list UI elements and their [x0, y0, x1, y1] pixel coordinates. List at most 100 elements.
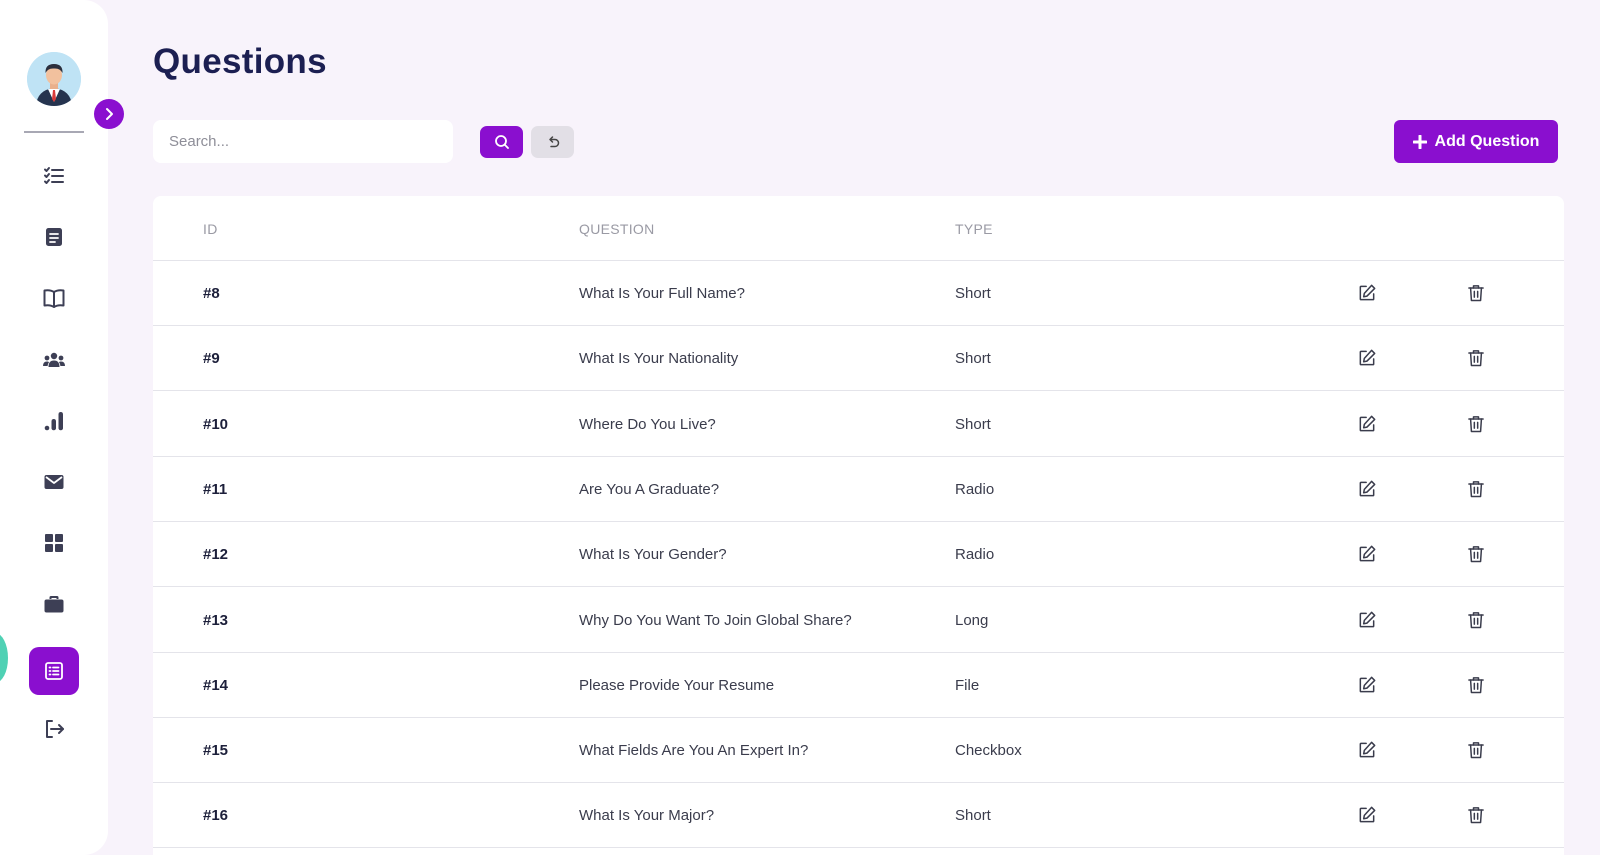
question-id: #12: [203, 546, 229, 564]
users-icon: [43, 352, 65, 367]
note-icon: [46, 228, 62, 246]
sidebar-item-checklist[interactable]: [29, 152, 79, 200]
table-header: ID QUESTION TYPE: [153, 196, 1564, 261]
dashboard-grid-icon: [45, 534, 63, 552]
edit-button[interactable]: [1355, 542, 1379, 566]
trash-icon: [1468, 546, 1484, 563]
table-row: #13 Why Do You Want To Join Global Share?…: [153, 588, 1564, 653]
trash-icon: [1468, 350, 1484, 367]
table-row: #12 What Is Your Gender? Radio: [153, 522, 1564, 588]
sidebar-item-dashboard[interactable]: [29, 519, 79, 567]
trash-icon: [1468, 676, 1484, 694]
table-row: #9 What Is Your Nationality Short: [153, 326, 1564, 392]
question-type: Short: [955, 350, 991, 368]
question-type: Radio: [955, 480, 995, 498]
edit-button[interactable]: [1355, 412, 1379, 436]
search-input[interactable]: [153, 120, 453, 163]
delete-button[interactable]: [1464, 542, 1488, 566]
sidebar-item-questions[interactable]: [29, 647, 79, 695]
table-row: #15 What Fields Are You An Expert In? Chec…: [153, 718, 1564, 784]
edit-button[interactable]: [1355, 673, 1379, 697]
add-question-button[interactable]: Add Question: [1394, 120, 1558, 163]
table-row: #11 Are You A Graduate? Radio: [153, 457, 1564, 522]
logout-icon: [46, 720, 64, 738]
sidebar-divider: [24, 131, 84, 133]
question-id: #14: [203, 676, 229, 694]
delete-button[interactable]: [1464, 608, 1488, 632]
question-type: Long: [955, 611, 989, 629]
reset-button[interactable]: [531, 126, 574, 158]
question-text: Are You A Graduate?: [579, 480, 720, 498]
table-row: #10 Where Do You Live? Short: [153, 392, 1564, 457]
sidebar-item-library[interactable]: [29, 274, 79, 322]
question-id: #15: [203, 742, 229, 760]
bar-chart-icon: [44, 412, 63, 431]
avatar[interactable]: [27, 52, 81, 106]
question-type: Short: [955, 415, 991, 433]
column-header-id: ID: [203, 221, 218, 237]
question-id: #9: [203, 350, 220, 368]
sidebar-expand-button[interactable]: [94, 99, 124, 129]
plus-icon: [1412, 134, 1427, 149]
edit-icon: [1359, 284, 1376, 301]
trash-icon: [1468, 807, 1484, 824]
sidebar-item-users[interactable]: [29, 336, 79, 384]
question-type: Checkbox: [955, 742, 1022, 760]
edit-button[interactable]: [1355, 281, 1379, 305]
undo-icon: [548, 136, 559, 148]
search-icon: [494, 135, 509, 149]
trash-icon: [1468, 481, 1484, 498]
edit-icon: [1359, 480, 1376, 497]
table-row: #8 What Is Your Full Name? Short: [153, 261, 1564, 326]
sidebar-item-messages[interactable]: [29, 458, 79, 506]
question-id: #16: [203, 807, 229, 825]
delete-button[interactable]: [1464, 673, 1488, 697]
question-text: What Is Your Gender?: [579, 546, 727, 564]
question-text: What Is Your Major?: [579, 807, 715, 825]
question-text: Where Do You Live?: [579, 415, 716, 433]
trash-icon: [1468, 415, 1484, 432]
trash-icon: [1468, 611, 1484, 628]
sidebar: [0, 0, 108, 855]
delete-button[interactable]: [1464, 346, 1488, 370]
questions-table: ID QUESTION TYPE #8 What Is Your Full Nam…: [153, 196, 1564, 855]
delete-button[interactable]: [1464, 803, 1488, 827]
delete-button[interactable]: [1464, 281, 1488, 305]
question-text: What Is Your Nationality: [579, 350, 739, 368]
briefcase-icon: [44, 596, 64, 613]
question-type: File: [955, 676, 980, 694]
edit-icon: [1359, 741, 1376, 758]
add-question-label: Add Question: [1434, 132, 1540, 150]
chevron-right-icon: [106, 108, 113, 120]
edit-button[interactable]: [1355, 803, 1379, 827]
edit-button[interactable]: [1355, 477, 1379, 501]
questions-list-icon: [45, 662, 63, 680]
edit-button[interactable]: [1355, 346, 1379, 370]
trash-icon: [1468, 285, 1484, 302]
question-type: Short: [955, 285, 991, 302]
delete-button[interactable]: [1464, 412, 1488, 436]
search-button[interactable]: [480, 126, 523, 158]
sidebar-item-notes[interactable]: [29, 213, 79, 261]
user-avatar-image: [27, 52, 81, 106]
book-icon: [43, 289, 65, 308]
question-id: #11: [203, 480, 228, 498]
checklist-icon: [44, 167, 64, 184]
page-title: Questions: [153, 42, 327, 81]
delete-button[interactable]: [1464, 738, 1488, 762]
edit-button[interactable]: [1355, 738, 1379, 762]
question-id: #8: [203, 285, 220, 302]
table-row: #14 Please Provide Your Resume File: [153, 653, 1564, 718]
edit-button[interactable]: [1355, 608, 1379, 632]
sidebar-item-jobs[interactable]: [29, 580, 79, 628]
edit-icon: [1359, 676, 1376, 693]
question-text: What Fields Are You An Expert In?: [579, 742, 809, 760]
sidebar-item-logout[interactable]: [29, 705, 79, 753]
question-text: What Is Your Full Name?: [579, 285, 745, 302]
edit-icon: [1359, 611, 1376, 627]
mail-icon: [44, 475, 64, 489]
question-id: #10: [203, 415, 229, 433]
delete-button[interactable]: [1464, 477, 1488, 501]
edit-icon: [1359, 545, 1376, 562]
sidebar-item-analytics[interactable]: [29, 397, 79, 445]
